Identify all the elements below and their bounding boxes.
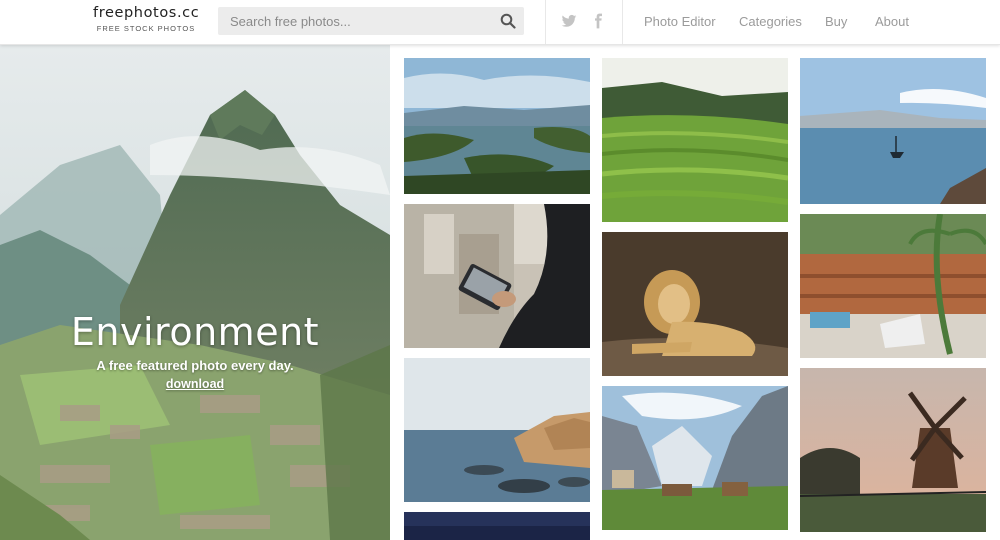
featured-photo[interactable]: Environment A free featured photo every …: [0, 45, 390, 540]
logo-tagline: FREE STOCK PHOTOS: [96, 24, 196, 33]
photo-thumbnail[interactable]: [404, 204, 590, 348]
photo-thumbnail[interactable]: [404, 58, 590, 194]
mountain-valley-photo: [602, 386, 788, 530]
photo-thumbnail[interactable]: [602, 58, 788, 222]
search-icon[interactable]: [500, 13, 516, 29]
lake-islands-photo: [404, 58, 590, 194]
featured-photo-image: [0, 45, 390, 540]
photo-thumbnail[interactable]: [404, 512, 590, 540]
nav-about[interactable]: About: [875, 14, 909, 29]
logo-name[interactable]: freephotos.cc: [93, 4, 199, 22]
hero-download-link[interactable]: download: [0, 377, 390, 391]
windmill-photo: [800, 368, 986, 532]
nav-categories[interactable]: Categories: [739, 14, 802, 29]
hero-subtitle: A free featured photo every day.: [96, 358, 294, 373]
tablet-city-photo: [404, 204, 590, 348]
search-bar: [218, 7, 524, 35]
photo-thumbnail[interactable]: [602, 386, 788, 530]
patio-palms-photo: [800, 214, 986, 358]
night-sky-photo: [404, 512, 590, 540]
photo-thumbnail[interactable]: [404, 358, 590, 502]
nav-buy[interactable]: Buy: [825, 14, 847, 29]
sea-rocks-photo: [404, 358, 590, 502]
top-header: freephotos.cc FREE STOCK PHOTOS Photo Ed…: [0, 0, 1000, 45]
hero-title: Environment: [70, 310, 320, 354]
search-input[interactable]: [218, 7, 500, 35]
header-divider: [622, 0, 623, 44]
facebook-icon[interactable]: [590, 13, 606, 29]
sailboat-bay-photo: [800, 58, 986, 204]
photo-thumbnail[interactable]: [602, 232, 788, 376]
lion-photo: [602, 232, 788, 376]
rice-terraces-photo: [602, 58, 788, 222]
photo-thumbnail[interactable]: [800, 58, 986, 204]
twitter-icon[interactable]: [561, 13, 577, 29]
site-logo[interactable]: freephotos.cc FREE STOCK PHOTOS: [93, 4, 199, 33]
photo-thumbnail[interactable]: [800, 368, 986, 532]
photo-thumbnail[interactable]: [800, 214, 986, 358]
header-divider: [545, 0, 546, 44]
nav-photo-editor[interactable]: Photo Editor: [644, 14, 716, 29]
